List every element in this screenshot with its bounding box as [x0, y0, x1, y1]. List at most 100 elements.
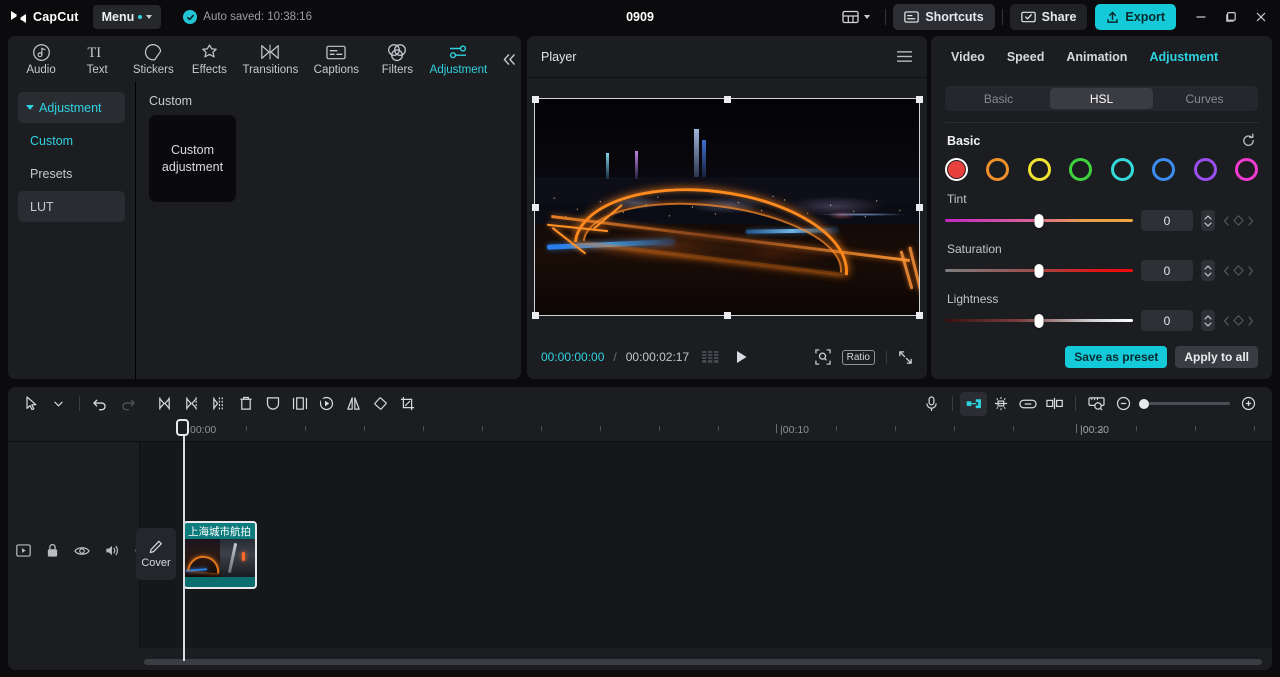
zoom-out-icon[interactable] [1110, 392, 1137, 416]
resize-handle-bottom-left[interactable] [531, 311, 539, 319]
freeze-frame-icon[interactable] [286, 392, 313, 416]
saturation-stepper[interactable] [1201, 260, 1215, 281]
magnet-snap-icon[interactable] [960, 391, 987, 416]
undo-icon[interactable] [87, 392, 114, 416]
eye-icon[interactable] [74, 545, 90, 557]
keyframe-prev-icon[interactable] [1223, 315, 1230, 326]
keyframe-diamond-icon[interactable] [1233, 215, 1244, 226]
magnifier-frame-icon[interactable] [814, 349, 831, 365]
tab-speed[interactable]: Speed [1007, 50, 1045, 64]
swatch-red[interactable] [945, 158, 968, 181]
sidebar-group-adjustment[interactable]: Adjustment [18, 92, 125, 123]
lightness-stepper[interactable] [1201, 310, 1215, 331]
lock-icon[interactable] [46, 543, 59, 558]
save-as-preset-button[interactable]: Save as preset [1065, 346, 1168, 368]
split-icon[interactable] [151, 392, 178, 416]
frames-icon[interactable] [702, 351, 721, 363]
resize-handle-top-center[interactable] [723, 95, 731, 103]
cover-button[interactable]: Cover [136, 528, 176, 580]
menu-button[interactable]: Menu [92, 5, 162, 29]
segment-hsl[interactable]: HSL [1050, 88, 1153, 109]
sidebar-item-lut[interactable]: LUT [18, 191, 125, 222]
tab-audio[interactable]: Audio [13, 42, 69, 76]
layout-button[interactable] [834, 6, 878, 28]
swatch-yellow[interactable] [1027, 158, 1051, 181]
tab-captions[interactable]: Captions [303, 42, 369, 76]
auto-adjust-icon[interactable] [987, 392, 1014, 416]
shortcuts-button[interactable]: Shortcuts [893, 4, 995, 30]
tab-video[interactable]: Video [951, 50, 985, 64]
resize-handle-bottom-center[interactable] [723, 311, 731, 319]
keyframe-prev-icon[interactable] [1223, 265, 1230, 276]
current-timecode[interactable]: 00:00:00:00 [541, 350, 604, 364]
lightness-value[interactable]: 0 [1141, 310, 1193, 331]
video-preview[interactable] [531, 95, 923, 319]
segment-basic[interactable]: Basic [947, 88, 1050, 109]
timeline-zoom-slider[interactable] [1139, 398, 1230, 409]
keyframe-diamond-icon[interactable] [1233, 265, 1244, 276]
tab-text[interactable]: TI Text [69, 42, 125, 76]
maximize-button[interactable] [1216, 2, 1246, 32]
swatch-blue[interactable] [1152, 158, 1176, 181]
tool-chevron-down-icon[interactable] [45, 392, 72, 416]
tint-stepper[interactable] [1201, 210, 1215, 231]
resize-handle-right-center[interactable] [915, 203, 923, 211]
saturation-value[interactable]: 0 [1141, 260, 1193, 281]
saturation-slider-handle[interactable] [1034, 263, 1044, 278]
fullscreen-icon[interactable] [898, 350, 913, 365]
chevron-double-left-icon[interactable] [497, 47, 521, 71]
timeline-horizontal-scrollbar[interactable] [144, 659, 1262, 665]
resize-handle-left-center[interactable] [531, 203, 539, 211]
zoom-in-icon[interactable] [1235, 392, 1262, 416]
tab-filters[interactable]: Filters [369, 42, 425, 76]
keyframe-next-icon[interactable] [1247, 315, 1254, 326]
rotate-icon[interactable] [367, 392, 394, 416]
resize-handle-top-left[interactable] [531, 95, 539, 103]
swatch-magenta[interactable] [1234, 158, 1258, 181]
redo-icon[interactable] [114, 392, 141, 416]
keyframe-next-icon[interactable] [1247, 265, 1254, 276]
shield-icon[interactable] [259, 392, 286, 416]
timeline-clip[interactable]: 上海城市航拍 [183, 521, 257, 589]
export-button[interactable]: Export [1095, 4, 1176, 30]
ratio-button[interactable]: Ratio [841, 349, 875, 365]
trim-left-icon[interactable] [178, 392, 205, 416]
swatch-green[interactable] [1069, 158, 1093, 181]
asset-custom-adjustment[interactable]: Custom adjustment [149, 115, 236, 202]
mirror-icon[interactable] [340, 392, 367, 416]
minimize-button[interactable] [1186, 2, 1216, 32]
swatch-purple[interactable] [1193, 158, 1217, 181]
tab-transitions[interactable]: Transitions [237, 42, 303, 76]
reverse-icon[interactable] [313, 392, 340, 416]
tab-animation[interactable]: Animation [1066, 50, 1127, 64]
tint-slider[interactable] [945, 213, 1133, 228]
lightness-slider-handle[interactable] [1034, 313, 1044, 328]
tab-effects[interactable]: Effects [181, 42, 237, 76]
keyframe-next-icon[interactable] [1247, 215, 1254, 226]
resize-handle-top-right[interactable] [915, 95, 923, 103]
play-button[interactable] [735, 350, 748, 364]
sidebar-item-presets[interactable]: Presets [18, 158, 125, 189]
tint-value[interactable]: 0 [1141, 210, 1193, 231]
cursor-icon[interactable] [18, 392, 45, 416]
lightness-slider[interactable] [945, 313, 1133, 328]
keyframe-prev-icon[interactable] [1223, 215, 1230, 226]
microphone-icon[interactable] [918, 392, 945, 416]
hamburger-icon[interactable] [896, 50, 913, 63]
speaker-icon[interactable] [105, 544, 120, 557]
trash-icon[interactable] [232, 392, 259, 416]
resize-handle-bottom-right[interactable] [915, 311, 923, 319]
swatch-orange[interactable] [986, 158, 1010, 181]
crop-icon[interactable] [394, 392, 421, 416]
split-view-icon[interactable] [1041, 392, 1068, 416]
reset-icon[interactable] [1241, 133, 1256, 148]
tab-adjustment[interactable]: Adjustment [425, 42, 491, 76]
sidebar-item-custom[interactable]: Custom [18, 125, 125, 156]
timeline-zoom-handle[interactable] [1139, 398, 1149, 409]
tab-stickers[interactable]: Stickers [125, 42, 181, 76]
apply-to-all-button[interactable]: Apply to all [1175, 346, 1258, 368]
preview-render-icon[interactable] [1083, 392, 1110, 416]
close-button[interactable] [1246, 2, 1276, 32]
keyframe-diamond-icon[interactable] [1233, 315, 1244, 326]
swatch-cyan[interactable] [1110, 158, 1134, 181]
